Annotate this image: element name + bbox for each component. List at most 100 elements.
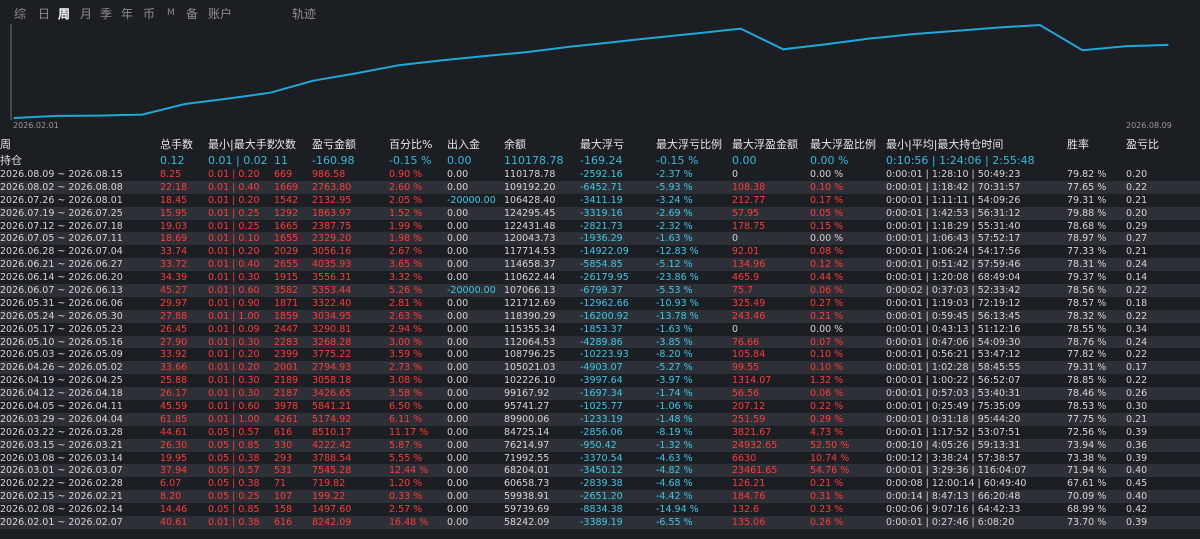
table-cell: -4.82 %	[656, 464, 732, 478]
table-cell: 0.00	[447, 258, 504, 272]
table-row[interactable]: 2026.07.12 ~ 2026.07.18 19.03 0.01 | 0.25 1…	[0, 220, 1200, 233]
table-cell: -3319.16	[580, 206, 656, 220]
table-cell: -10.93 %	[656, 297, 699, 309]
table-cell: 1665	[274, 220, 299, 232]
table-cell: 33.72	[160, 258, 208, 272]
table-cell: -3.24 %	[656, 194, 693, 206]
column-header[interactable]: 盈亏比	[1126, 136, 1200, 152]
table-cell: -2839.38	[580, 478, 623, 490]
table-row[interactable]: 2026.06.07 ~ 2026.06.13 45.27 0.01 | 0.60 3…	[0, 284, 1200, 297]
table-cell: 10.74 %	[810, 452, 850, 464]
tab-0[interactable]: 综	[14, 5, 26, 22]
table-cell: 15.95	[160, 206, 208, 220]
tab-1[interactable]: 日	[38, 5, 50, 22]
table-row[interactable]: 2026.02.01 ~ 2026.02.07 40.61 0.01 | 0.38 6…	[0, 516, 1200, 529]
table-cell: 0.44 %	[810, 272, 844, 284]
table-cell: 0:00:14 | 8:47:13 | 66:20:48	[886, 490, 1067, 504]
table-row[interactable]: 2026.05.31 ~ 2026.06.06 29.97 0.01 | 0.90 1…	[0, 297, 1200, 310]
table-row[interactable]: 2026.02.15 ~ 2026.02.21 8.20 0.05 | 0.25 10…	[0, 490, 1200, 504]
column-header[interactable]: 出入金	[447, 136, 504, 152]
tab-2[interactable]: 周	[58, 5, 70, 22]
table-row[interactable]: 2026.05.17 ~ 2026.05.23 26.45 0.01 | 0.09 2…	[0, 323, 1200, 336]
table-cell: 89900.06	[504, 412, 580, 426]
position-cell: 0.01 | 0.02	[208, 153, 268, 167]
table-row[interactable]: 2026.02.22 ~ 2026.02.28 6.07 0.05 | 0.38 71…	[0, 477, 1200, 490]
table-row[interactable]: 2026.05.10 ~ 2026.05.16 27.90 0.01 | 0.30 2…	[0, 335, 1200, 349]
table-row[interactable]: 2026.04.12 ~ 2026.04.18 26.17 0.01 | 0.30 2…	[0, 387, 1200, 401]
open-position-row: 持仓 0.12 0.01 | 0.02 11 -160.98 -0.15 % 0.00 110…	[0, 152, 1200, 168]
weekly-report-table: 周总手数 最小|最大手数 次数 盈亏金额 百分比% 出入金 余额 最大浮亏 最大浮亏比例 最大浮盈…	[0, 136, 1200, 529]
table-cell: 0.26	[1126, 387, 1200, 401]
table-row[interactable]: 2026.07.19 ~ 2026.07.25 15.95 0.01 | 0.25 1…	[0, 206, 1200, 220]
column-header[interactable]: 余额	[504, 136, 580, 152]
column-header[interactable]: 次数	[274, 136, 312, 152]
tab-7[interactable]: M	[167, 8, 175, 18]
table-row[interactable]: 2026.03.08 ~ 2026.03.14 19.95 0.05 | 0.38 2…	[0, 452, 1200, 465]
equity-point	[739, 27, 742, 30]
table-row[interactable]: 2026.07.05 ~ 2026.07.11 18.69 0.01 | 0.10 1…	[0, 232, 1200, 246]
table-cell: 2.05 %	[389, 194, 423, 206]
table-row[interactable]: 2026.02.08 ~ 2026.02.14 14.46 0.05 | 0.85 1…	[0, 503, 1200, 516]
table-cell: 78.76 %	[1067, 335, 1126, 349]
position-cell: -169.24	[580, 153, 623, 167]
table-row[interactable]: 2026.06.14 ~ 2026.06.20 34.39 0.01 | 0.30 1…	[0, 271, 1200, 284]
table-cell: 108796.25	[504, 349, 556, 361]
table-row[interactable]: 2026.03.15 ~ 2026.03.21 26.30 0.05 | 0.85 3…	[0, 438, 1200, 452]
table-cell: 986.58	[312, 168, 346, 180]
table-cell: 0.00	[447, 438, 504, 452]
table-cell: 0.00	[447, 412, 504, 426]
column-header[interactable]: 最小|最大手数	[208, 136, 274, 152]
tab-6[interactable]: 币	[143, 5, 155, 22]
table-cell: 0.42	[1126, 504, 1148, 516]
table-row[interactable]: 2026.08.02 ~ 2026.08.08 22.18 0.01 | 0.40 1…	[0, 180, 1200, 194]
table-row[interactable]: 2026.03.01 ~ 2026.03.07 37.94 0.05 | 0.57 5…	[0, 464, 1200, 478]
table-cell: 78.55 %	[1067, 323, 1107, 335]
column-header[interactable]: 百分比%	[389, 136, 447, 152]
table-cell: -3.97 %	[656, 375, 693, 387]
table-cell: 76214.97	[504, 438, 580, 452]
tab-10[interactable]: 轨迹	[292, 5, 316, 22]
table-row[interactable]: 2026.08.09 ~ 2026.08.15 8.25 0.01 | 0.20 66…	[0, 168, 1200, 181]
table-cell: 2399	[274, 349, 299, 361]
table-cell: 0.26 %	[810, 516, 886, 529]
table-cell: 669	[274, 168, 293, 180]
tab-3[interactable]: 月	[80, 5, 92, 22]
table-row[interactable]: 2026.06.21 ~ 2026.06.27 33.72 0.01 | 0.40 2…	[0, 258, 1200, 272]
column-header[interactable]: 胜率	[1067, 136, 1126, 152]
table-cell: 0.21	[1126, 194, 1148, 206]
table-cell: 105.84	[732, 349, 766, 361]
column-header[interactable]: 盈亏金额	[312, 136, 389, 152]
column-header[interactable]: 最大浮亏	[580, 136, 656, 152]
table-row[interactable]: 2026.04.05 ~ 2026.04.11 45.59 0.01 | 0.60 3…	[0, 400, 1200, 413]
column-header[interactable]: 最大浮亏比例	[656, 136, 732, 152]
equity-point	[226, 97, 229, 100]
column-header[interactable]: 总手数	[160, 136, 208, 152]
tab-9[interactable]: 账户	[208, 5, 232, 22]
table-row[interactable]: 2026.06.28 ~ 2026.07.04 33.74 0.01 | 0.20 2…	[0, 245, 1200, 258]
table-cell: 2.60 %	[389, 180, 447, 194]
table-row[interactable]: 2026.05.03 ~ 2026.05.09 33.92 0.01 | 0.20 2…	[0, 348, 1200, 361]
column-header[interactable]: 最大浮盈金额	[732, 136, 810, 152]
table-cell: 0.21 %	[810, 309, 886, 323]
table-cell: 5.87 %	[389, 438, 447, 452]
tab-4[interactable]: 季	[100, 5, 112, 22]
table-row[interactable]: 2026.03.29 ~ 2026.04.04 61.85 0.01 | 1.00 4…	[0, 412, 1200, 426]
table-cell: -2651.20	[580, 490, 656, 504]
column-header[interactable]: 最大浮盈比例	[810, 136, 886, 152]
table-cell: 2026.04.12 ~ 2026.04.18	[0, 387, 160, 401]
table-cell: 3290.81	[312, 323, 352, 335]
table-cell: 0.10 %	[810, 349, 844, 361]
table-cell: 0.40	[1126, 464, 1200, 478]
table-row[interactable]: 2026.04.19 ~ 2026.04.25 25.88 0.01 | 0.30 2…	[0, 374, 1200, 387]
table-row[interactable]: 2026.04.26 ~ 2026.05.02 33.66 0.01 | 0.20 2…	[0, 361, 1200, 375]
column-header[interactable]: 最小|平均|最大持仓时间	[886, 136, 1067, 152]
table-cell: 207.12	[732, 400, 766, 412]
tab-8[interactable]: 备	[186, 5, 198, 22]
table-cell: 0:00:12 | 3:38:24 | 57:38:57	[886, 452, 1021, 464]
table-cell: -3.85 %	[656, 335, 732, 349]
table-row[interactable]: 2026.03.22 ~ 2026.03.28 44.61 0.05 | 0.57 6…	[0, 426, 1200, 439]
table-row[interactable]: 2026.07.26 ~ 2026.08.01 18.45 0.01 | 0.20 1…	[0, 194, 1200, 207]
table-row[interactable]: 2026.05.24 ~ 2026.05.30 27.88 0.01 | 1.00 1…	[0, 309, 1200, 323]
column-header[interactable]: 周	[0, 136, 160, 152]
tab-5[interactable]: 年	[121, 5, 133, 22]
